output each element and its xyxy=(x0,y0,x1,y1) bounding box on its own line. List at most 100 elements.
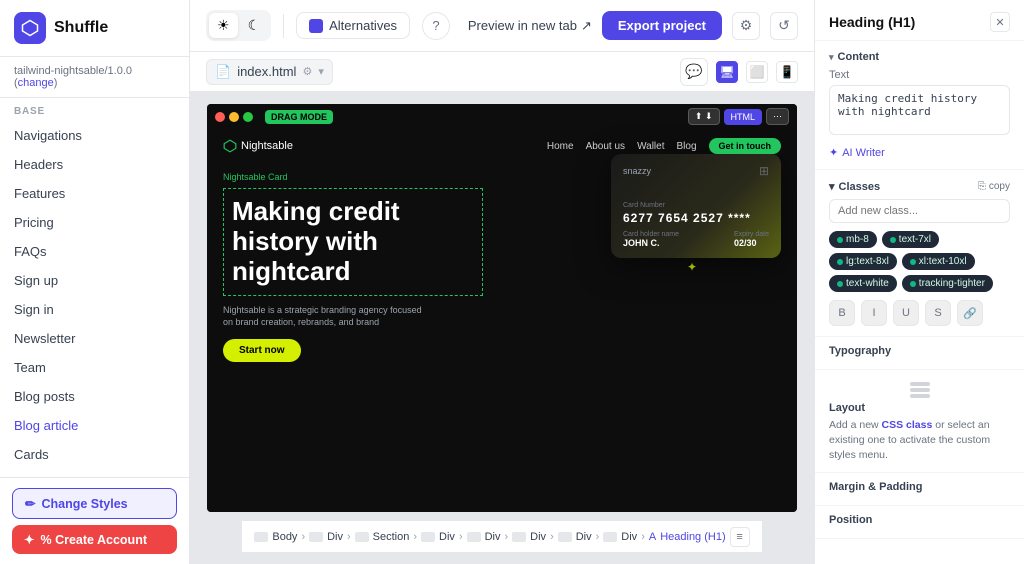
sep5: › xyxy=(505,531,509,543)
ai-writer-btn[interactable]: ✦ AI Writer xyxy=(829,146,1010,159)
sidebar-item-features[interactable]: Features xyxy=(0,179,189,208)
settings-icon-btn[interactable]: ⚙ xyxy=(732,12,760,40)
editor-area: 📄 index.html ⚙ ▾ 💬 🖥 ⬜ 📱 xyxy=(190,52,814,564)
class-tag-text-white[interactable]: text-white xyxy=(829,275,897,292)
copy-button[interactable]: ⎘ copy xyxy=(978,181,1010,192)
file-icon: 📄 xyxy=(215,64,231,80)
card-number-area: Card Number 6277 7654 2527 **** xyxy=(623,202,769,225)
file-tab-right: 💬 🖥 ⬜ 📱 xyxy=(680,58,798,86)
breadcrumb-div5[interactable]: Div xyxy=(558,531,592,543)
tag-dot6 xyxy=(910,281,916,287)
sep1: › xyxy=(301,531,305,543)
heading-icon: A xyxy=(649,531,656,543)
right-panel-header: Heading (H1) ✕ xyxy=(815,0,1024,41)
tablet-view-btn[interactable]: ⬜ xyxy=(746,61,768,83)
sidebar-item-navigations[interactable]: Navigations xyxy=(0,121,189,150)
text-content-input[interactable]: Making credit history with nightcard xyxy=(829,85,1010,135)
margin-padding-label: Margin & Padding xyxy=(829,481,1010,493)
classes-label: ▾ Classes xyxy=(829,180,880,193)
sidebar-item-blog-article[interactable]: Blog article xyxy=(0,411,189,440)
link-icon-btn[interactable]: 🔗 xyxy=(957,300,983,326)
sidebar-item-pricing[interactable]: Pricing xyxy=(0,208,189,237)
alternatives-button[interactable]: Alternatives xyxy=(296,12,410,39)
italic-icon-btn[interactable]: I xyxy=(861,300,887,326)
tag-dot xyxy=(837,237,843,243)
right-panel: Heading (H1) ✕ ▾ Content Text Making cre… xyxy=(814,0,1024,564)
class-tag-xl10xl[interactable]: xl:text-10xl xyxy=(902,253,975,270)
project-info: tailwind-nightsable/1.0.0 (change) xyxy=(0,57,189,98)
dark-mode-btn[interactable]: ☾ xyxy=(240,13,269,38)
sidebar-item-signin[interactable]: Sign in xyxy=(0,295,189,324)
strikethrough-icon-btn[interactable]: S xyxy=(925,300,951,326)
canvas-move-btn[interactable]: ⬆ ⬇ xyxy=(688,108,720,125)
section-label: BASE xyxy=(0,98,189,121)
div5-icon xyxy=(558,532,572,542)
underline-icon-btn[interactable]: U xyxy=(893,300,919,326)
sidebar-item-cards[interactable]: Cards xyxy=(0,440,189,469)
typography-section: Typography xyxy=(815,337,1024,370)
nav-cta-btn[interactable]: Get in touch xyxy=(709,138,782,154)
sidebar-item-faqs[interactable]: FAQs xyxy=(0,237,189,266)
dot-yellow xyxy=(229,112,239,122)
breadcrumb-section[interactable]: Section xyxy=(355,531,410,543)
breadcrumb-menu-btn[interactable]: ≡ xyxy=(730,527,750,547)
topbar: ☀ ☾ Alternatives ? Preview in new tab ↗ … xyxy=(190,0,814,52)
canvas-html-btn[interactable]: HTML xyxy=(724,109,763,125)
class-tag-text7xl[interactable]: text-7xl xyxy=(882,231,939,248)
sidebar-item-signup[interactable]: Sign up xyxy=(0,266,189,295)
copy-icon: ⎘ xyxy=(978,181,986,192)
light-mode-btn[interactable]: ☀ xyxy=(209,13,238,38)
hero-title[interactable]: Making credit history with nightcard xyxy=(223,188,483,296)
change-project-link[interactable]: change xyxy=(18,77,54,89)
breadcrumb-div6[interactable]: Div xyxy=(603,531,637,543)
sidebar-item-team[interactable]: Team xyxy=(0,353,189,382)
class-tag-lg8xl[interactable]: lg:text-8xl xyxy=(829,253,897,270)
preview-nav-links: Home About us Wallet Blog Get in touch xyxy=(547,138,781,154)
history-icon-btn[interactable]: ↺ xyxy=(770,12,798,40)
canvas-frame: DRAG MODE ⬆ ⬇ HTML ⋯ xyxy=(207,104,797,512)
right-panel-title: Heading (H1) xyxy=(829,14,915,30)
position-section: Position xyxy=(815,506,1024,539)
breadcrumb-div1[interactable]: Div xyxy=(309,531,343,543)
help-button[interactable]: ? xyxy=(422,12,450,40)
class-tags: mb-8 text-7xl lg:text-8xl xl:text-10xl t… xyxy=(829,231,1010,292)
nav-about[interactable]: About us xyxy=(586,141,625,152)
settings-icon: ⚙ xyxy=(302,65,312,78)
comment-icon-btn[interactable]: 💬 xyxy=(680,58,708,86)
canvas-more-btn[interactable]: ⋯ xyxy=(766,108,789,125)
nav-blog[interactable]: Blog xyxy=(676,141,696,152)
class-tag-mb8[interactable]: mb-8 xyxy=(829,231,877,248)
sidebar-item-headers[interactable]: Headers xyxy=(0,150,189,179)
nav-home[interactable]: Home xyxy=(547,141,574,152)
sidebar-item-applications[interactable]: Applications xyxy=(0,469,189,477)
div2-icon xyxy=(421,532,435,542)
chevron-down-icon: ▾ xyxy=(318,65,324,78)
card-bank-name: snazzy xyxy=(623,166,651,176)
pencil-icon: ✏ xyxy=(25,496,35,511)
panel-close-button[interactable]: ✕ xyxy=(990,12,1010,32)
export-button[interactable]: Export project xyxy=(602,11,722,40)
classes-header: ▾ Classes ⎘ copy xyxy=(829,180,1010,193)
add-class-input[interactable] xyxy=(829,199,1010,223)
create-account-button[interactable]: ✦ % Create Account xyxy=(12,525,177,554)
card-expiry-label: Expiry date xyxy=(734,231,769,238)
breadcrumb-body[interactable]: Body xyxy=(254,531,297,543)
file-tab[interactable]: 📄 index.html ⚙ ▾ xyxy=(206,59,333,85)
breadcrumb-div2[interactable]: Div xyxy=(421,531,455,543)
nav-wallet[interactable]: Wallet xyxy=(637,141,664,152)
bold-icon-btn[interactable]: B xyxy=(829,300,855,326)
sidebar-item-newsletter[interactable]: Newsletter xyxy=(0,324,189,353)
hero-cta-button[interactable]: Start now xyxy=(223,339,301,362)
card-footer: Card holder name JOHN C. Expiry date 02/… xyxy=(623,231,769,248)
breadcrumb-div3[interactable]: Div xyxy=(467,531,501,543)
change-styles-button[interactable]: ✏ Change Styles xyxy=(12,488,177,519)
typography-label: Typography xyxy=(829,345,1010,357)
alternatives-icon xyxy=(309,19,323,33)
preview-link[interactable]: Preview in new tab ↗ xyxy=(468,18,592,34)
desktop-view-btn[interactable]: 🖥 xyxy=(716,61,738,83)
mobile-view-btn[interactable]: 📱 xyxy=(776,61,798,83)
breadcrumb-div4[interactable]: Div xyxy=(512,531,546,543)
breadcrumb-heading[interactable]: A Heading (H1) xyxy=(649,531,726,543)
sidebar-item-blog-posts[interactable]: Blog posts xyxy=(0,382,189,411)
class-tag-tracking[interactable]: tracking-tighter xyxy=(902,275,993,292)
